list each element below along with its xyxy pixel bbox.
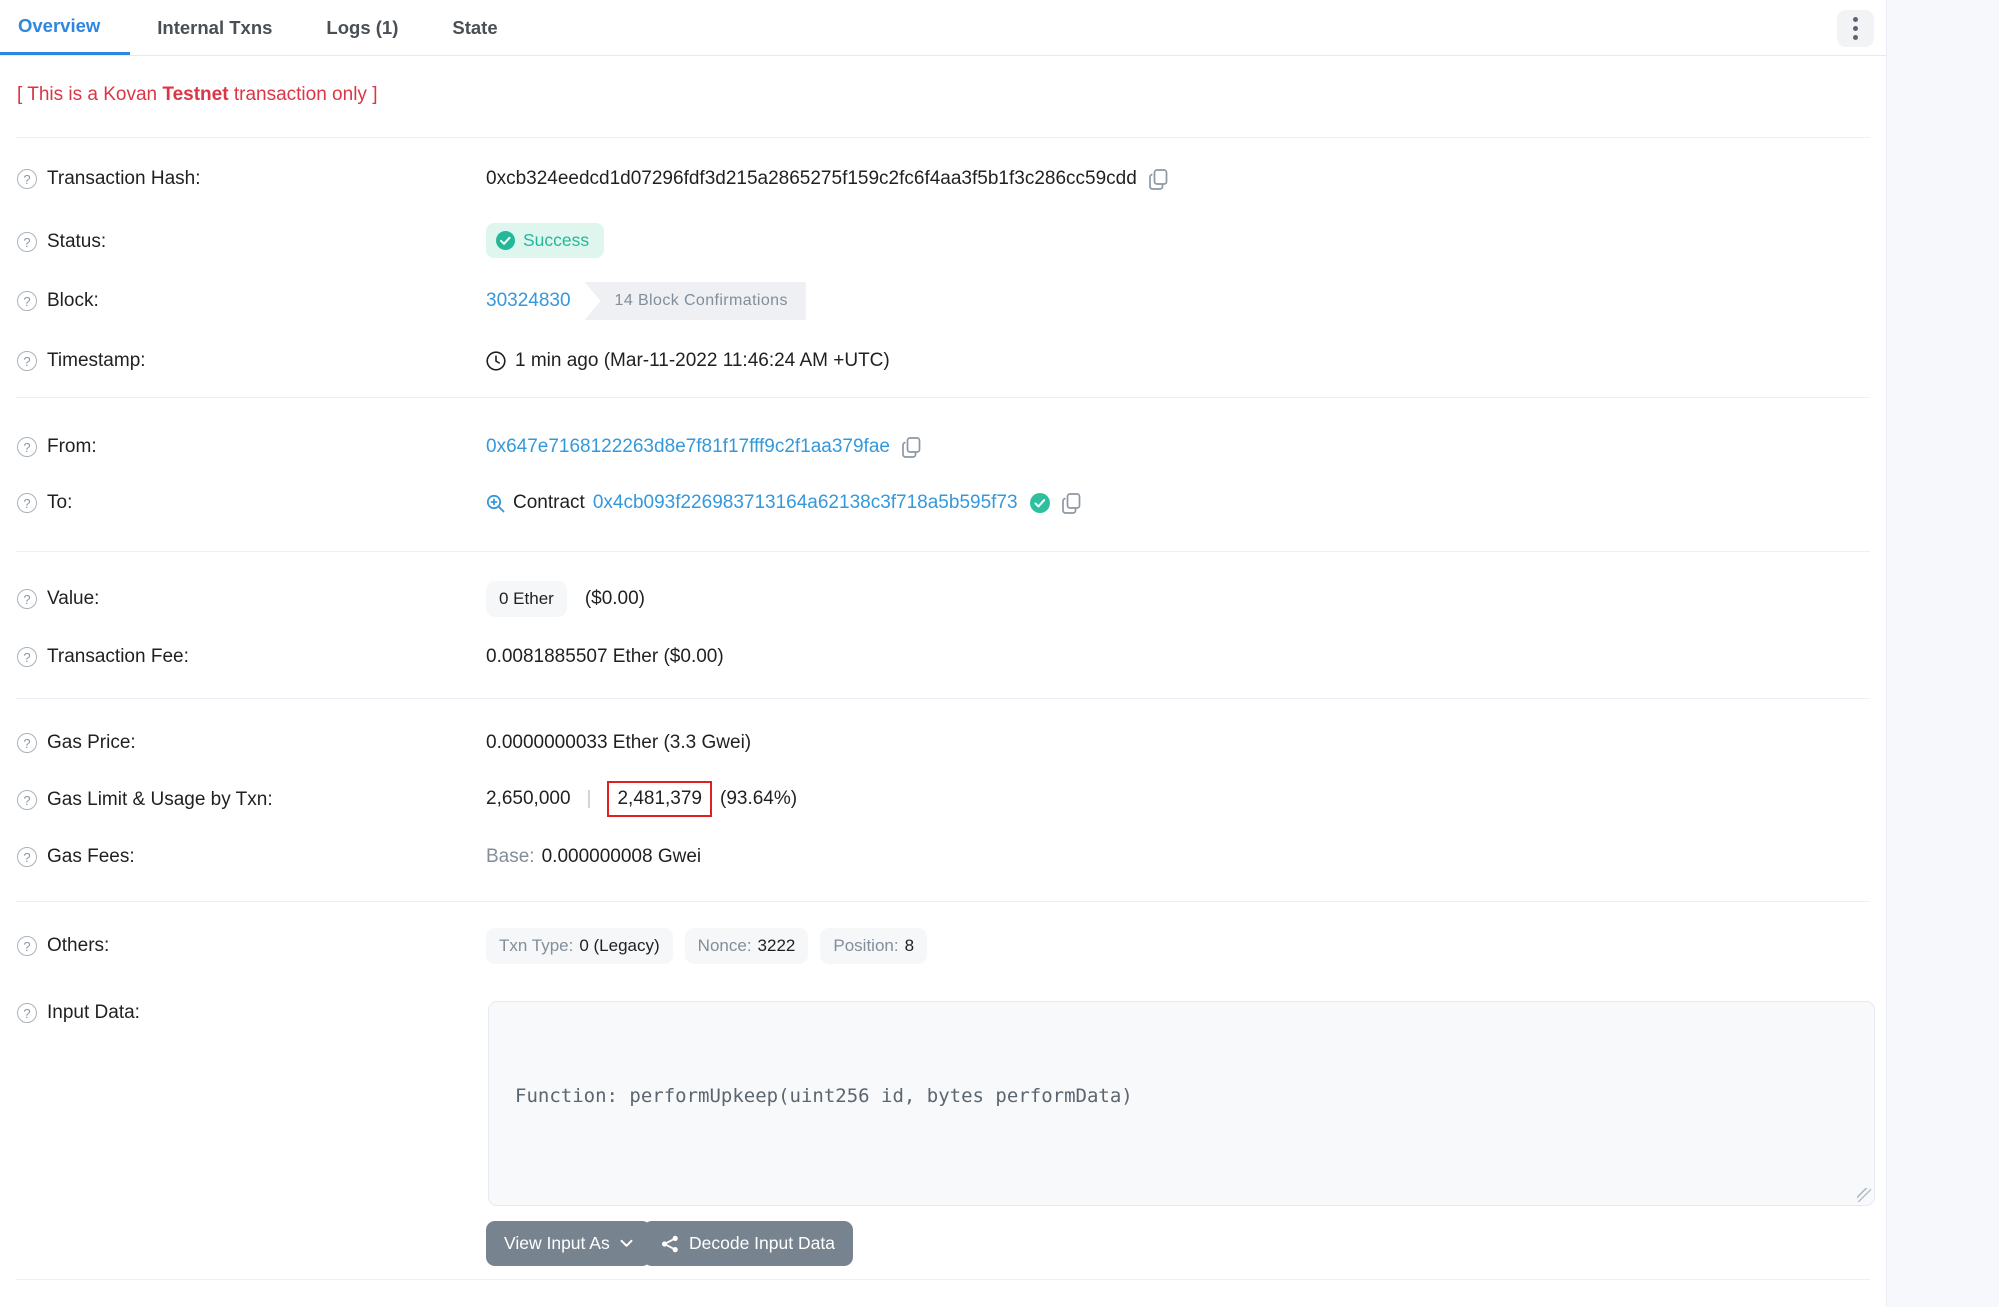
help-icon[interactable]: ? [17, 936, 37, 956]
input-data-textarea[interactable]: Function: performUpkeep(uint256 id, byte… [488, 1001, 1875, 1206]
tab-state[interactable]: State [425, 0, 524, 55]
ether-value-badge: 0 Ether [486, 581, 567, 617]
gas-limit-label: ? Gas Limit & Usage by Txn: [17, 789, 273, 811]
block-number-link[interactable]: 30324830 [486, 290, 571, 312]
decode-icon [661, 1235, 679, 1253]
divider [16, 901, 1870, 902]
resize-grip-icon[interactable] [1857, 1188, 1871, 1202]
help-icon[interactable]: ? [17, 847, 37, 867]
nonce-badge: Nonce: 3222 [685, 928, 809, 964]
help-icon[interactable]: ? [17, 733, 37, 753]
status-badge: Success [486, 223, 604, 258]
testnet-warning: [ This is a Kovan Testnet transaction on… [17, 84, 377, 106]
block-value: 30324830 14 Block Confirmations [486, 282, 806, 320]
help-icon[interactable]: ? [17, 169, 37, 189]
input-data-label: ? Input Data: [17, 1002, 140, 1024]
position-badge: Position: 8 [820, 928, 927, 964]
status-label: ? Status: [17, 231, 106, 253]
zoom-in-icon[interactable] [486, 494, 505, 513]
from-value: 0x647e7168122263d8e7f81f17fff9c2f1aa379f… [486, 436, 921, 458]
decode-input-data-button[interactable]: Decode Input Data [643, 1221, 853, 1266]
copy-icon[interactable] [902, 437, 921, 458]
tab-overview[interactable]: Overview [0, 0, 130, 55]
help-icon[interactable]: ? [17, 790, 37, 810]
gas-used-annotation-box: 2,481,379 [607, 781, 712, 817]
transaction-fee-value: 0.0081885507 Ether ($0.00) [486, 646, 724, 668]
value-label: ? Value: [17, 588, 99, 610]
copy-icon[interactable] [1062, 493, 1081, 514]
divider [16, 551, 1870, 552]
value-value: 0 Ether ($0.00) [486, 581, 645, 617]
divider [16, 698, 1870, 699]
from-address-link[interactable]: 0x647e7168122263d8e7f81f17fff9c2f1aa379f… [486, 436, 890, 458]
check-circle-icon [496, 231, 515, 250]
transaction-overview-card: Overview Internal Txns Logs (1) State [ … [0, 0, 1887, 1307]
tab-bar: Overview Internal Txns Logs (1) State [0, 0, 1886, 56]
to-value: Contract 0x4cb093f226983713164a62138c3f7… [486, 492, 1081, 514]
help-icon[interactable]: ? [17, 232, 37, 252]
help-icon[interactable]: ? [17, 589, 37, 609]
chevron-down-icon [620, 1239, 633, 1248]
help-icon[interactable]: ? [17, 1003, 37, 1023]
to-label: ? To: [17, 492, 72, 514]
transaction-fee-label: ? Transaction Fee: [17, 646, 189, 668]
others-label: ? Others: [17, 935, 109, 957]
gas-limit-value: 2,650,000 | 2,481,379 (93.64%) [486, 781, 797, 817]
help-icon[interactable]: ? [17, 437, 37, 457]
to-address-link[interactable]: 0x4cb093f226983713164a62138c3f718a5b595f… [593, 492, 1018, 514]
kebab-menu-button[interactable] [1837, 10, 1874, 47]
transaction-hash-label: ? Transaction Hash: [17, 168, 200, 190]
status-value: Success [486, 223, 604, 258]
timestamp-label: ? Timestamp: [17, 350, 146, 372]
kebab-icon [1853, 17, 1858, 22]
tab-internal-txns[interactable]: Internal Txns [130, 0, 299, 55]
gas-fees-label: ? Gas Fees: [17, 846, 135, 868]
transaction-hash-value: 0xcb324eedcd1d07296fdf3d215a2865275f159c… [486, 168, 1168, 190]
verified-check-icon [1030, 493, 1050, 513]
help-icon[interactable]: ? [17, 493, 37, 513]
from-label: ? From: [17, 436, 97, 458]
input-function-line: Function: performUpkeep(uint256 id, byte… [515, 1082, 1848, 1111]
help-icon[interactable]: ? [17, 291, 37, 311]
help-icon[interactable]: ? [17, 351, 37, 371]
help-icon[interactable]: ? [17, 647, 37, 667]
gas-price-value: 0.0000000033 Ether (3.3 Gwei) [486, 732, 751, 754]
gas-fees-value: Base: 0.000000008 Gwei [486, 846, 701, 868]
view-input-as-button[interactable]: View Input As [486, 1221, 651, 1266]
copy-icon[interactable] [1149, 169, 1168, 190]
gas-price-label: ? Gas Price: [17, 732, 136, 754]
others-value: Txn Type: 0 (Legacy) Nonce: 3222 Positio… [486, 928, 927, 964]
usd-value: ($0.00) [585, 588, 645, 610]
divider [16, 1279, 1870, 1280]
tab-logs[interactable]: Logs (1) [299, 0, 425, 55]
clock-icon [486, 351, 506, 371]
block-confirmations-badge: 14 Block Confirmations [585, 282, 806, 320]
txn-type-badge: Txn Type: 0 (Legacy) [486, 928, 673, 964]
block-label: ? Block: [17, 290, 99, 312]
divider [16, 137, 1870, 138]
divider [16, 397, 1870, 398]
timestamp-value: 1 min ago (Mar-11-2022 11:46:24 AM +UTC) [486, 350, 890, 372]
